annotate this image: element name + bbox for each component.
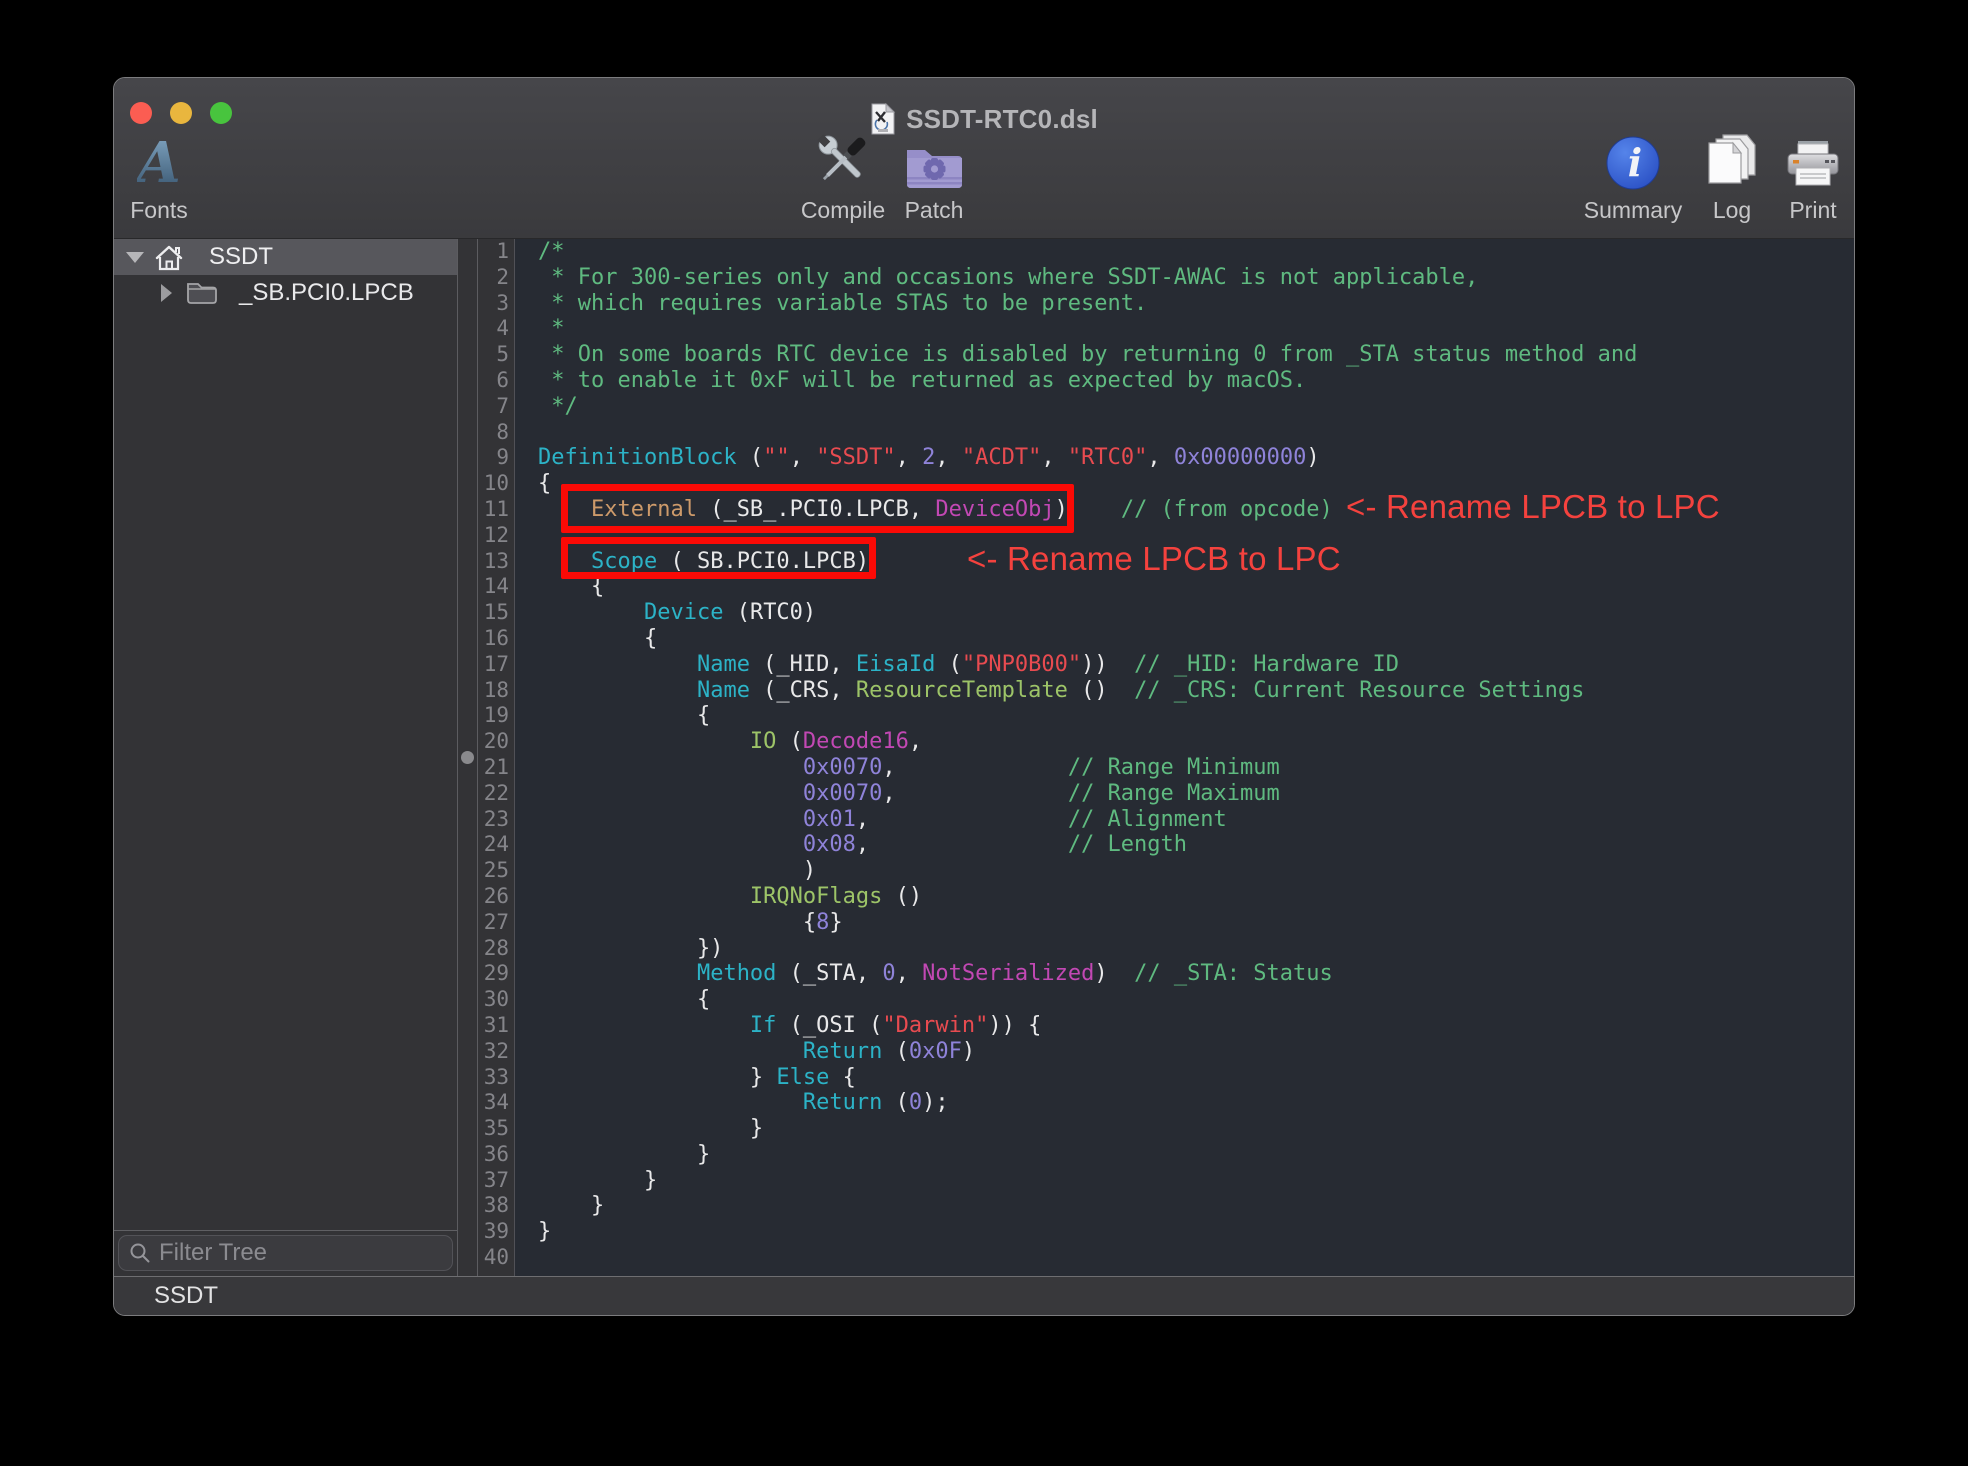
main-content: SSDT _SB.PCI0.LPCB Filt bbox=[114, 239, 1854, 1276]
toolbar-item-patch[interactable]: Patch bbox=[869, 118, 999, 224]
tree-row-sb-pci0-lpcb[interactable]: _SB.PCI0.LPCB bbox=[114, 275, 457, 311]
compile-tools-icon bbox=[813, 129, 873, 191]
toolbar-item-fonts[interactable]: A Fonts bbox=[113, 118, 224, 224]
toolbar-item-print[interactable]: Print bbox=[1748, 118, 1855, 224]
filter-area: Filter Tree bbox=[114, 1230, 457, 1276]
status-breadcrumb: SSDT bbox=[154, 1282, 218, 1310]
summary-info-icon: i bbox=[1605, 135, 1661, 191]
line-number-gutter: 1234567891011121314151617181920212223242… bbox=[478, 239, 515, 1276]
tree-label: _SB.PCI0.LPCB bbox=[239, 279, 414, 307]
code-editor[interactable]: /* * For 300-series only and occasions w… bbox=[515, 239, 1854, 1276]
code-content: /* * For 300-series only and occasions w… bbox=[515, 239, 1854, 1271]
folder-icon bbox=[186, 280, 218, 306]
filter-placeholder: Filter Tree bbox=[159, 1239, 267, 1267]
tree-row-ssdt[interactable]: SSDT bbox=[114, 239, 457, 275]
svg-text:i: i bbox=[1628, 140, 1642, 185]
toolbar-label: Fonts bbox=[130, 197, 188, 224]
sidebar-tree-pane: SSDT _SB.PCI0.LPCB Filt bbox=[114, 239, 458, 1276]
disclosure-collapsed-icon[interactable] bbox=[161, 284, 172, 302]
disclosure-expanded-icon[interactable] bbox=[126, 252, 144, 263]
toolbar-label: Print bbox=[1789, 197, 1836, 224]
acpi-tree: SSDT _SB.PCI0.LPCB bbox=[114, 239, 457, 1230]
search-icon bbox=[129, 1242, 151, 1264]
status-bar: SSDT bbox=[114, 1276, 1854, 1315]
filter-tree-input[interactable]: Filter Tree bbox=[118, 1235, 453, 1271]
print-icon bbox=[1785, 135, 1841, 191]
pane-splitter[interactable] bbox=[458, 239, 478, 1276]
toolbar-label: Patch bbox=[905, 197, 964, 224]
window-header: SSDT-RTC0.dsl A Fonts C bbox=[114, 78, 1854, 239]
home-icon bbox=[154, 244, 184, 272]
app-window: SSDT-RTC0.dsl A Fonts C bbox=[113, 77, 1855, 1316]
splitter-handle-icon[interactable] bbox=[461, 751, 474, 764]
patch-folder-icon bbox=[903, 141, 965, 191]
tree-label: SSDT bbox=[209, 243, 273, 271]
fonts-icon: A bbox=[137, 135, 180, 191]
toolbar-label: Log bbox=[1713, 197, 1751, 224]
